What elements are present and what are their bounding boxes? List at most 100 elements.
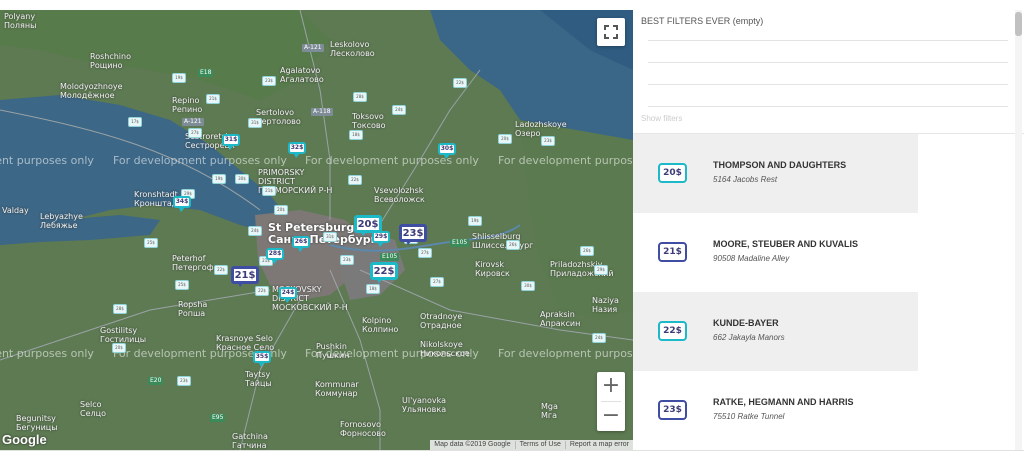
- map-mini-marker[interactable]: 27$: [188, 128, 202, 138]
- map-place-label: Kommunar Коммунар: [315, 380, 359, 398]
- road-shield: A-118: [311, 108, 333, 116]
- filter-placeholder-row[interactable]: [648, 106, 1008, 107]
- map-price-marker[interactable]: 28$: [266, 248, 284, 264]
- map-mini-marker[interactable]: 22$: [255, 286, 269, 296]
- map-mini-marker[interactable]: 17$: [128, 117, 142, 127]
- map-place-label: Gostilitsy Гостилицы: [100, 326, 147, 344]
- map-mini-marker[interactable]: 24$: [248, 226, 262, 236]
- road-shield: E105: [380, 253, 400, 261]
- zoom-in-button[interactable]: +: [597, 372, 625, 401]
- map-place-label: Kirovsk Кировск: [475, 260, 510, 278]
- road-shield: A-121: [302, 44, 324, 52]
- map-mini-marker[interactable]: 31$: [323, 232, 337, 242]
- listing-address: 662 Jakayla Manors: [713, 333, 785, 342]
- map-mini-marker[interactable]: 22$: [453, 78, 467, 88]
- listing-price-badge: 21$: [658, 242, 687, 262]
- map-mini-marker[interactable]: 24$: [392, 105, 406, 115]
- map-place-label: Mga Мга: [541, 402, 558, 420]
- map-place-label: Gatchina Гатчина: [232, 432, 268, 450]
- listing-item[interactable]: 21$ MOORE, STEUBER AND KUVALIS 90508 Mad…: [633, 213, 918, 292]
- map-mini-marker[interactable]: 23$: [541, 136, 555, 146]
- map-mini-marker[interactable]: 30$: [521, 281, 535, 291]
- map-mini-marker[interactable]: 19$: [212, 174, 226, 184]
- scrollbar[interactable]: [1015, 10, 1022, 450]
- map-mini-marker[interactable]: 25$: [175, 280, 189, 290]
- map-mini-marker[interactable]: 20$: [498, 134, 512, 144]
- dev-watermark: For development purposes only: [305, 154, 479, 167]
- map-price-marker-highlight[interactable]: 22$: [370, 262, 398, 283]
- map-mini-marker[interactable]: 19$: [468, 216, 482, 226]
- map-mini-marker[interactable]: 22$: [348, 175, 362, 185]
- filter-placeholder-row[interactable]: [648, 84, 1008, 85]
- map[interactable]: Polyany Поляны Roshchino Рощино Leskolovo Л…: [0, 10, 633, 450]
- map-place-label: Apraksin Апраксин: [540, 310, 581, 328]
- show-filters-link[interactable]: Show filters: [641, 114, 682, 123]
- filter-placeholder-row[interactable]: [648, 40, 1008, 41]
- terms-link[interactable]: Terms of Use: [514, 441, 565, 449]
- map-price-marker[interactable]: 34$: [173, 196, 191, 212]
- listing-item[interactable]: 22$ KUNDE-BAYER 662 Jakayla Manors: [633, 292, 918, 371]
- map-attribution: Map data ©2019 Google Terms of Use Repor…: [430, 440, 633, 450]
- map-price-marker[interactable]: 32$: [288, 142, 306, 158]
- map-mini-marker[interactable]: 29$: [594, 265, 608, 275]
- map-place-label: Sertolovo Сертолово: [256, 108, 301, 126]
- fullscreen-button[interactable]: [597, 18, 625, 46]
- map-mini-marker[interactable]: 22$: [214, 265, 228, 275]
- scrollbar-thumb[interactable]: [1015, 12, 1022, 36]
- zoom-out-button[interactable]: −: [597, 402, 625, 431]
- map-place-label: Shlisselburg Шлиссельбург: [472, 232, 534, 250]
- map-mini-marker[interactable]: 28$: [353, 92, 367, 102]
- map-place-label: Fornosovo Форносово: [340, 420, 386, 438]
- map-mini-marker[interactable]: 31$: [248, 118, 262, 128]
- map-mini-marker[interactable]: 21$: [206, 94, 220, 104]
- map-place-label: Lebyazhye Лебяжье: [40, 212, 83, 230]
- map-mini-marker[interactable]: 18$: [349, 130, 363, 140]
- listing-item[interactable]: 23$ RATKE, HEGMANN AND HARRIS 75510 Ratk…: [633, 371, 918, 450]
- map-mini-marker[interactable]: 26$: [506, 240, 520, 250]
- listing-price-badge: 23$: [658, 400, 687, 420]
- map-price-marker[interactable]: 24$: [279, 287, 297, 303]
- map-place-label: Kolpino Колпино: [362, 316, 399, 334]
- google-logo[interactable]: Google: [2, 432, 47, 447]
- map-mini-marker[interactable]: 20$: [274, 205, 288, 215]
- map-mini-marker[interactable]: 23$: [340, 255, 354, 265]
- map-price-marker[interactable]: 26$: [292, 236, 310, 252]
- filter-placeholder-row[interactable]: [648, 62, 1008, 63]
- map-mini-marker[interactable]: 20$: [112, 343, 126, 353]
- map-place-label: Naziya Назия: [592, 296, 619, 314]
- map-mini-marker[interactable]: 21$: [262, 186, 276, 196]
- listing-item[interactable]: 20$ THOMPSON AND DAUGHTERS 5164 Jacobs R…: [633, 134, 918, 213]
- map-mini-marker[interactable]: 27$: [418, 248, 432, 258]
- map-mini-marker[interactable]: 25$: [144, 238, 158, 248]
- map-price-marker[interactable]: 29$: [372, 231, 390, 247]
- map-mini-marker[interactable]: 18$: [366, 284, 380, 294]
- map-price-marker[interactable]: 31$: [222, 134, 240, 150]
- road-shield: E105: [450, 239, 470, 247]
- road-shield: A-121: [182, 118, 204, 126]
- map-mini-marker[interactable]: 19$: [172, 73, 186, 83]
- map-place-label: Roshchino Рощино: [90, 52, 131, 70]
- map-mini-marker[interactable]: 27$: [430, 277, 444, 287]
- map-data-credit: Map data ©2019 Google: [434, 441, 511, 448]
- map-price-marker-highlight[interactable]: 23$: [399, 224, 427, 245]
- report-error-link[interactable]: Report a map error: [564, 441, 633, 449]
- map-mini-marker[interactable]: 30$: [235, 174, 249, 184]
- map-place-label: Toksovo Токсово: [352, 112, 386, 130]
- map-price-marker[interactable]: 30$: [438, 143, 456, 159]
- listing-name: KUNDE-BAYER: [713, 318, 779, 328]
- map-mini-marker[interactable]: 28$: [113, 304, 127, 314]
- map-place-label: Selco Селцо: [80, 400, 106, 418]
- map-price-marker[interactable]: 35$: [253, 351, 271, 367]
- map-price-marker-highlight[interactable]: 21$: [231, 266, 259, 287]
- map-mini-marker[interactable]: 23$: [262, 76, 276, 86]
- map-mini-marker[interactable]: 23$: [177, 376, 191, 386]
- zoom-control: + −: [597, 372, 625, 431]
- dev-watermark: For development purposes only: [498, 154, 633, 167]
- map-place-label: Taytsy Тайцы: [245, 370, 272, 388]
- dev-watermark: For development purposes only: [0, 347, 94, 360]
- listing-price-badge: 20$: [658, 163, 687, 183]
- map-mini-marker[interactable]: 24$: [592, 333, 606, 343]
- map-place-label: Ul'yanovka Ульяновка: [402, 396, 447, 414]
- map-place-label: Leskolovo Лесколово: [330, 40, 375, 58]
- map-mini-marker[interactable]: 26$: [580, 246, 594, 256]
